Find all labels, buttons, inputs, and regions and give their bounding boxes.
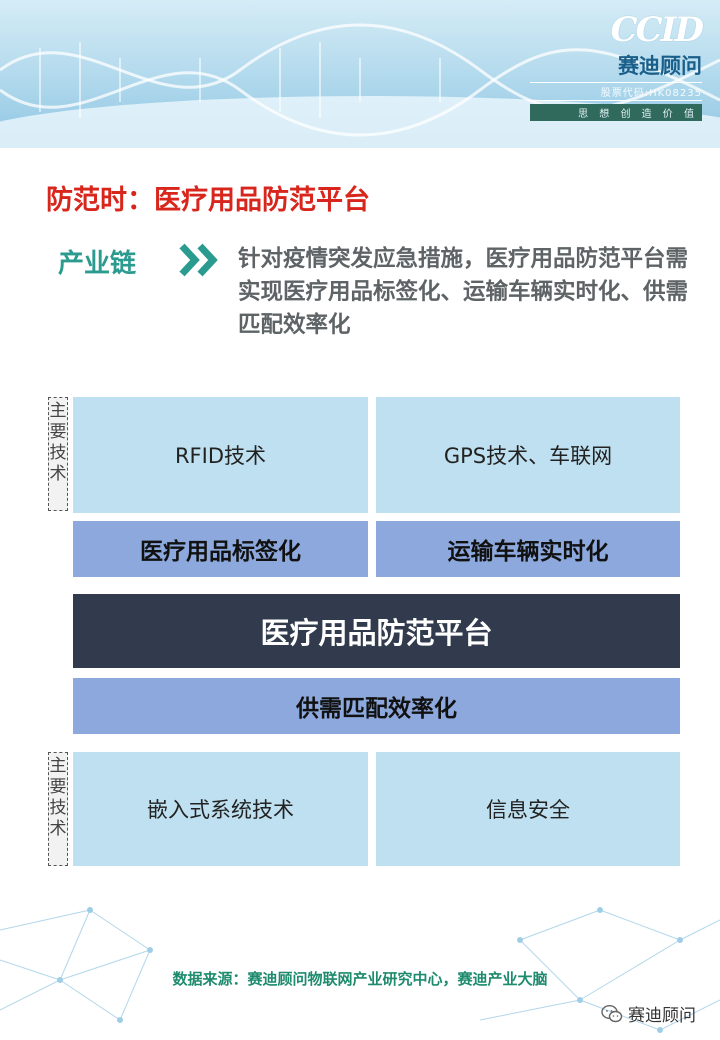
tech-box-rfid: RFID技术 bbox=[73, 397, 368, 513]
slogan: 思 想 创 造 价 值 bbox=[530, 104, 702, 121]
core-platform-box: 医疗用品防范平台 bbox=[73, 594, 680, 668]
mid-box-realtime: 运输车辆实时化 bbox=[376, 521, 680, 577]
header-banner: CCID 赛迪顾问 股票代码:HK08235 思 想 创 造 价 值 bbox=[0, 0, 720, 148]
stock-code: 股票代码:HK08235 bbox=[530, 82, 702, 101]
logo-mark: CCID bbox=[610, 10, 704, 50]
tech-box-security: 信息安全 bbox=[376, 752, 680, 866]
mid-box-labeling: 医疗用品标签化 bbox=[73, 521, 368, 577]
logo-name: 赛迪顾问 bbox=[618, 54, 702, 78]
page-title: 防范时：医疗用品防范平台 bbox=[46, 185, 370, 216]
data-source: 数据来源：赛迪顾问物联网产业研究中心，赛迪产业大脑 bbox=[172, 970, 548, 988]
double-chevron-right-icon bbox=[179, 243, 218, 277]
wechat-account[interactable]: 赛迪顾问 bbox=[601, 1001, 696, 1026]
chain-description: 针对疫情突发应急措施，医疗用品防范平台需实现医疗用品标签化、运输车辆实时化、供需… bbox=[238, 246, 689, 338]
wechat-name: 赛迪顾问 bbox=[628, 1006, 696, 1026]
wechat-icon bbox=[601, 1004, 623, 1022]
mid-box-matching: 供需匹配效率化 bbox=[73, 678, 680, 734]
top-side-label: 主要技术 bbox=[48, 397, 68, 511]
bottom-side-label: 主要技术 bbox=[48, 752, 68, 866]
ccid-logo: CCID 赛迪顾问 股票代码:HK08235 思 想 创 造 价 值 bbox=[530, 10, 704, 121]
tech-box-embedded: 嵌入式系统技术 bbox=[73, 752, 368, 866]
tech-box-gps: GPS技术、车联网 bbox=[376, 397, 680, 513]
chain-label: 产业链 bbox=[58, 249, 137, 279]
